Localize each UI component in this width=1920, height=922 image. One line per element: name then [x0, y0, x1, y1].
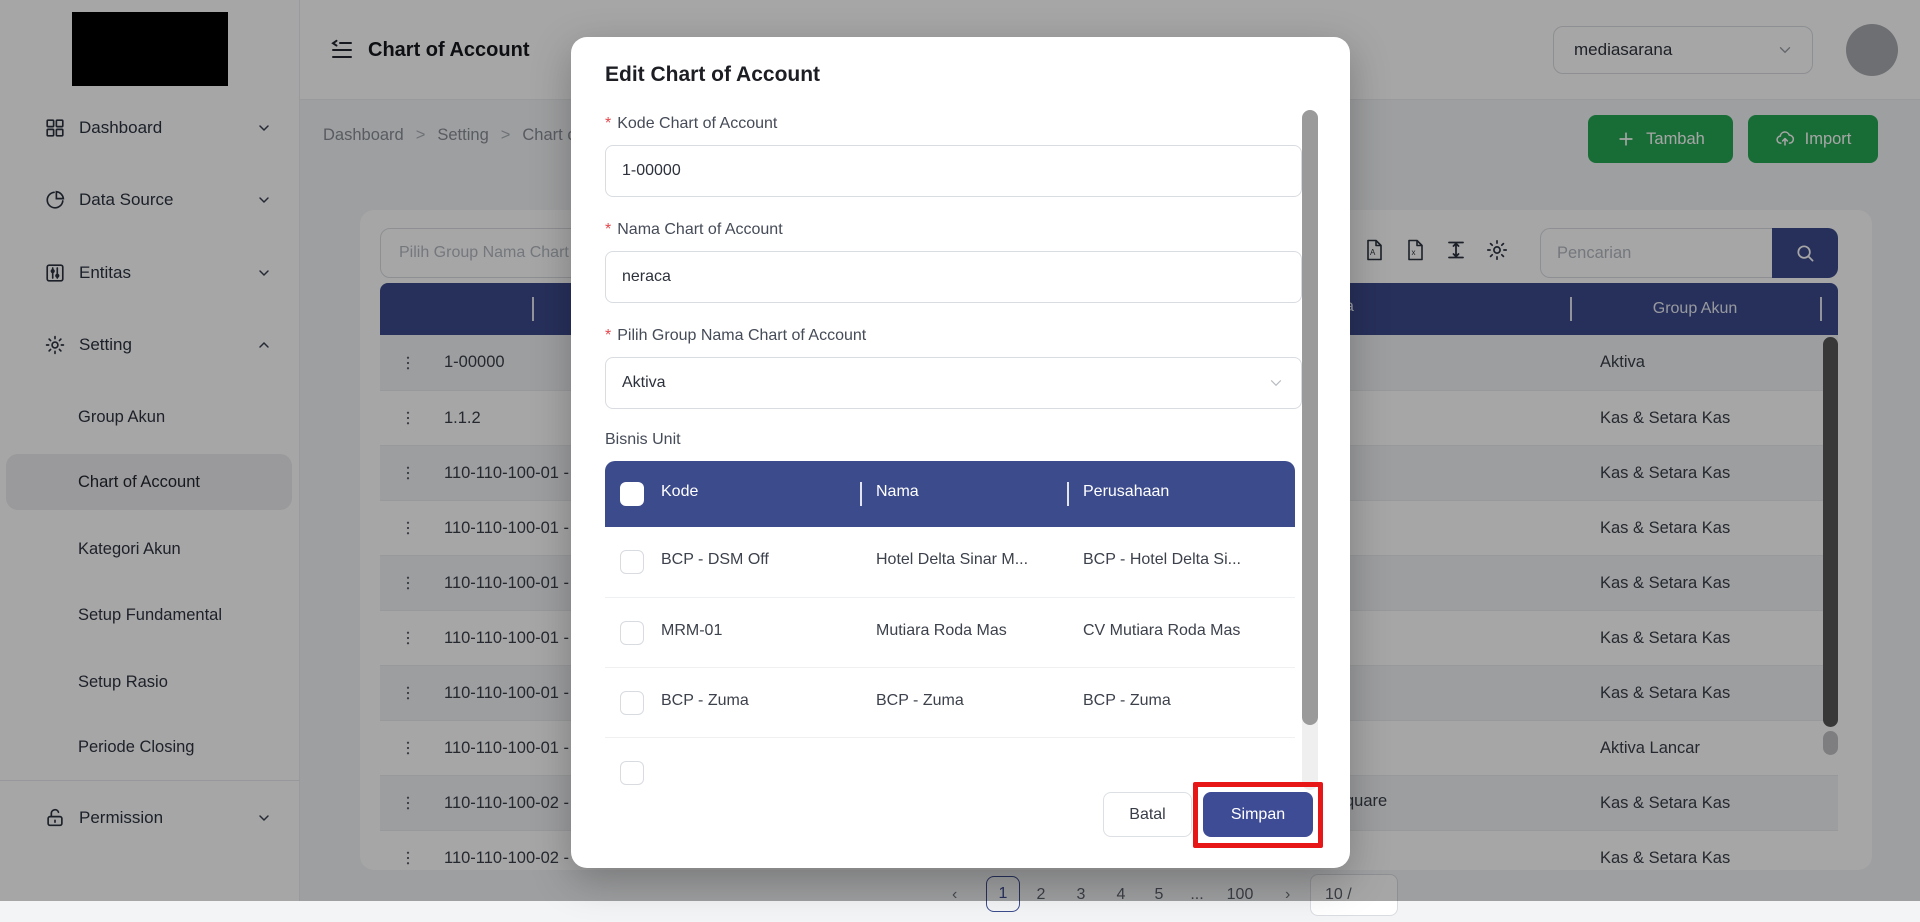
bisnis-unit-table-header: Kode Nama Perusahaan: [605, 461, 1295, 527]
column-divider: [860, 482, 862, 506]
kode-cell: BCP - Zuma: [661, 692, 749, 710]
perusahaan-column-header: Perusahaan: [1083, 483, 1169, 501]
nama-input[interactable]: [605, 251, 1302, 303]
bisnis-unit-row[interactable]: BCP - DSM Off Hotel Delta Sinar M... BCP…: [605, 527, 1295, 597]
column-divider: [1067, 482, 1069, 506]
required-marker: *: [605, 221, 611, 238]
bisnis-unit-table: Kode Nama Perusahaan BCP - DSM Off Hotel…: [605, 461, 1295, 788]
simpan-button[interactable]: Simpan: [1203, 792, 1313, 837]
chevron-down-icon: [1267, 374, 1285, 392]
required-marker: *: [605, 327, 611, 344]
bisnis-unit-row[interactable]: [605, 737, 1295, 788]
perusahaan-cell: BCP - Zuma: [1083, 692, 1171, 710]
kode-column-header: Kode: [661, 483, 698, 501]
modal-scrollbar-thumb[interactable]: [1302, 110, 1318, 725]
group-select[interactable]: Aktiva: [605, 357, 1302, 409]
kode-input[interactable]: [605, 145, 1302, 197]
nama-label: *Nama Chart of Account: [605, 221, 783, 239]
kode-cell: BCP - DSM Off: [661, 551, 769, 569]
nama-column-header: Nama: [876, 483, 919, 501]
nama-cell: BCP - Zuma: [876, 692, 964, 710]
group-label: *Pilih Group Nama Chart of Account: [605, 327, 866, 345]
row-checkbox[interactable]: [620, 691, 644, 715]
edit-chart-of-account-modal: Edit Chart of Account *Kode Chart of Acc…: [571, 37, 1350, 868]
group-select-value: Aktiva: [622, 374, 666, 392]
row-checkbox[interactable]: [620, 550, 644, 574]
row-checkbox[interactable]: [620, 761, 644, 785]
bisnis-unit-row[interactable]: MRM-01 Mutiara Roda Mas CV Mutiara Roda …: [605, 597, 1295, 667]
bisnis-unit-row[interactable]: BCP - Zuma BCP - Zuma BCP - Zuma: [605, 667, 1295, 737]
kode-cell: MRM-01: [661, 622, 722, 640]
select-all-checkbox[interactable]: [620, 482, 644, 506]
kode-label: *Kode Chart of Account: [605, 115, 777, 133]
perusahaan-cell: CV Mutiara Roda Mas: [1083, 622, 1240, 640]
row-checkbox[interactable]: [620, 621, 644, 645]
nama-cell: Mutiara Roda Mas: [876, 622, 1007, 640]
modal-title: Edit Chart of Account: [605, 63, 820, 87]
required-marker: *: [605, 115, 611, 132]
perusahaan-cell: BCP - Hotel Delta Si...: [1083, 551, 1241, 569]
batal-button[interactable]: Batal: [1103, 792, 1192, 837]
nama-cell: Hotel Delta Sinar M...: [876, 551, 1028, 569]
bisnis-unit-label: Bisnis Unit: [605, 431, 681, 449]
